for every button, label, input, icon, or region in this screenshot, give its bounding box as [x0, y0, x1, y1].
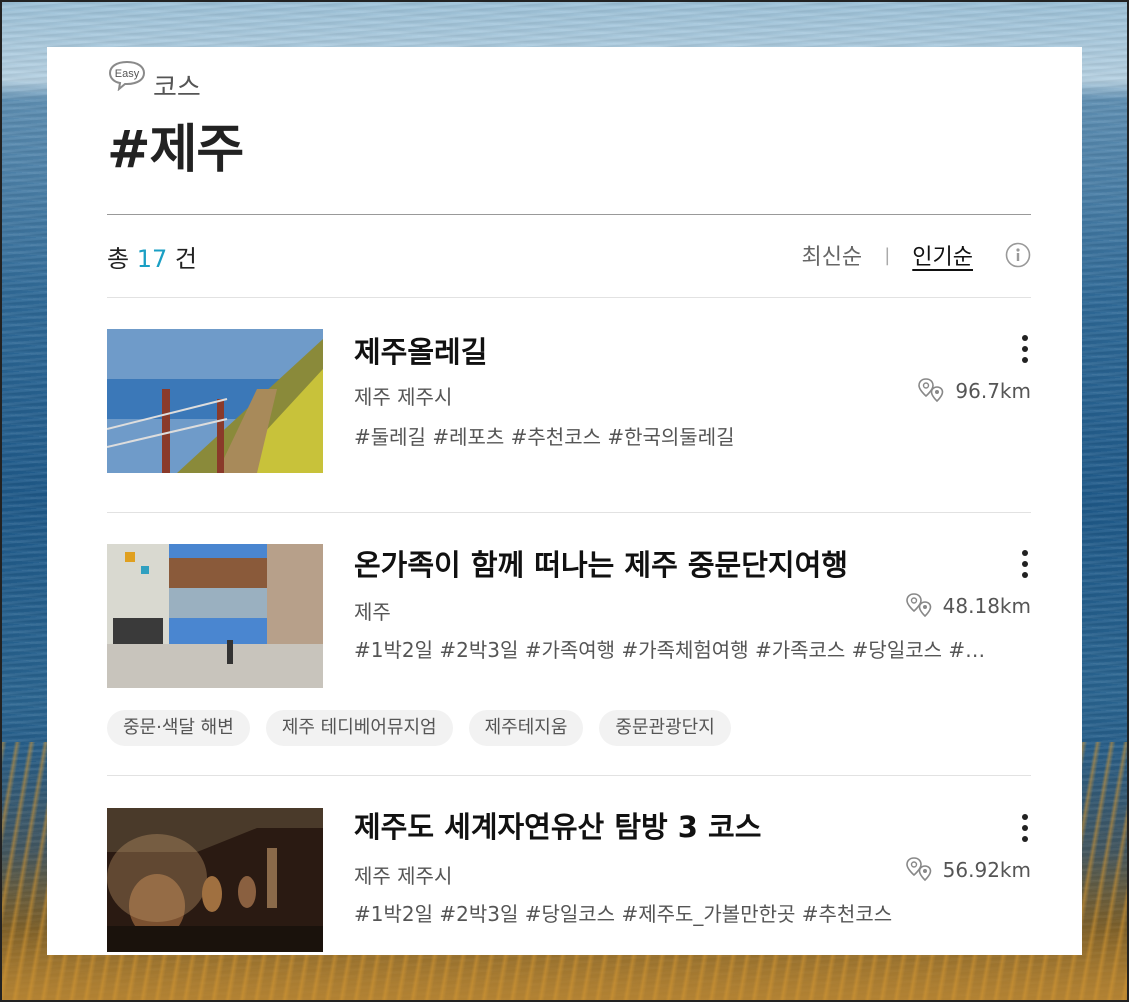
toolbar-divider [107, 297, 1031, 298]
course-tags: #1박2일 #2박3일 #가족여행 #가족체험여행 #가족코스 #당일코스 #… [354, 638, 986, 662]
route-pin-icon [905, 857, 931, 882]
sort-separator: | [884, 244, 891, 266]
list-item[interactable]: 온가족이 함께 떠나는 제주 중문단지여행 제주 48.18km #1박2일 #… [107, 544, 1031, 776]
spot-chip[interactable]: 제주테지움 [468, 710, 584, 746]
easy-badge-label: Easy [115, 68, 140, 80]
spot-chips: 중문·색달 해변 제주 테디베어뮤지엄 제주테지움 중문관광단지 [107, 710, 731, 746]
course-thumbnail[interactable] [107, 329, 323, 473]
course-tags: #1박2일 #2박3일 #당일코스 #제주도_가볼만한곳 #추천코스 [354, 902, 893, 926]
distance-value: 96.7km [955, 379, 1031, 403]
list-item[interactable]: 제주올레길 제주 제주시 96.7km #둘레길 #레포츠 #추천코스 #한국의… [107, 329, 1031, 513]
count-value: 17 [136, 245, 168, 273]
course-location: 제주 제주시 [354, 385, 453, 409]
course-title[interactable]: 제주도 세계자연유산 탐방 3 코스 [354, 804, 761, 846]
count-suffix: 건 [174, 245, 198, 273]
course-thumbnail[interactable] [107, 544, 323, 688]
route-pin-icon [918, 378, 944, 403]
course-tags: #둘레길 #레포츠 #추천코스 #한국의둘레길 [354, 425, 735, 449]
distance-value: 48.18km [942, 594, 1031, 618]
more-options-button[interactable] [1019, 550, 1031, 578]
sort-options: 최신순 | 인기순 [801, 239, 1031, 271]
course-location: 제주 [354, 600, 391, 624]
more-options-button[interactable] [1019, 814, 1031, 842]
page-subtitle: 코스 [153, 73, 201, 103]
course-location: 제주 제주시 [354, 864, 453, 888]
more-options-button[interactable] [1019, 335, 1031, 363]
count-prefix: 총 [107, 245, 130, 273]
easy-bubble-icon: Easy [108, 60, 146, 91]
spot-chip[interactable]: 제주 테디베어뮤지엄 [265, 710, 453, 746]
sort-popular[interactable]: 인기순 [912, 239, 973, 271]
item-divider [107, 775, 1031, 776]
page-header: Easy 코스 #제주 [107, 47, 1031, 215]
course-thumbnail[interactable] [107, 808, 323, 952]
course-distance: 96.7km [917, 377, 1031, 405]
course-distance: 48.18km [905, 592, 1031, 620]
course-panel: Easy 코스 #제주 총 17 건 최신순 | 인기순 제주올레길 제주 제주… [47, 47, 1082, 955]
info-icon[interactable] [1005, 242, 1031, 268]
course-panel-inner: Easy 코스 #제주 총 17 건 최신순 | 인기순 제주올레길 제주 제주… [107, 47, 1031, 952]
course-title[interactable]: 제주올레길 [354, 329, 487, 371]
item-divider [107, 512, 1031, 513]
page-title: #제주 [107, 120, 244, 180]
spot-chip[interactable]: 중문·색달 해변 [107, 710, 250, 746]
list-item[interactable]: 제주도 세계자연유산 탐방 3 코스 제주 제주시 56.92km #1박2일 … [107, 808, 1031, 955]
route-pin-icon [905, 593, 931, 618]
spot-chip[interactable]: 중문관광단지 [599, 710, 731, 746]
result-count: 총 17 건 [107, 239, 197, 274]
course-title[interactable]: 온가족이 함께 떠나는 제주 중문단지여행 [354, 542, 848, 584]
sort-latest[interactable]: 최신순 [801, 239, 862, 271]
distance-value: 56.92km [942, 858, 1031, 882]
list-toolbar: 총 17 건 최신순 | 인기순 [107, 215, 1031, 297]
course-distance: 56.92km [905, 856, 1031, 884]
